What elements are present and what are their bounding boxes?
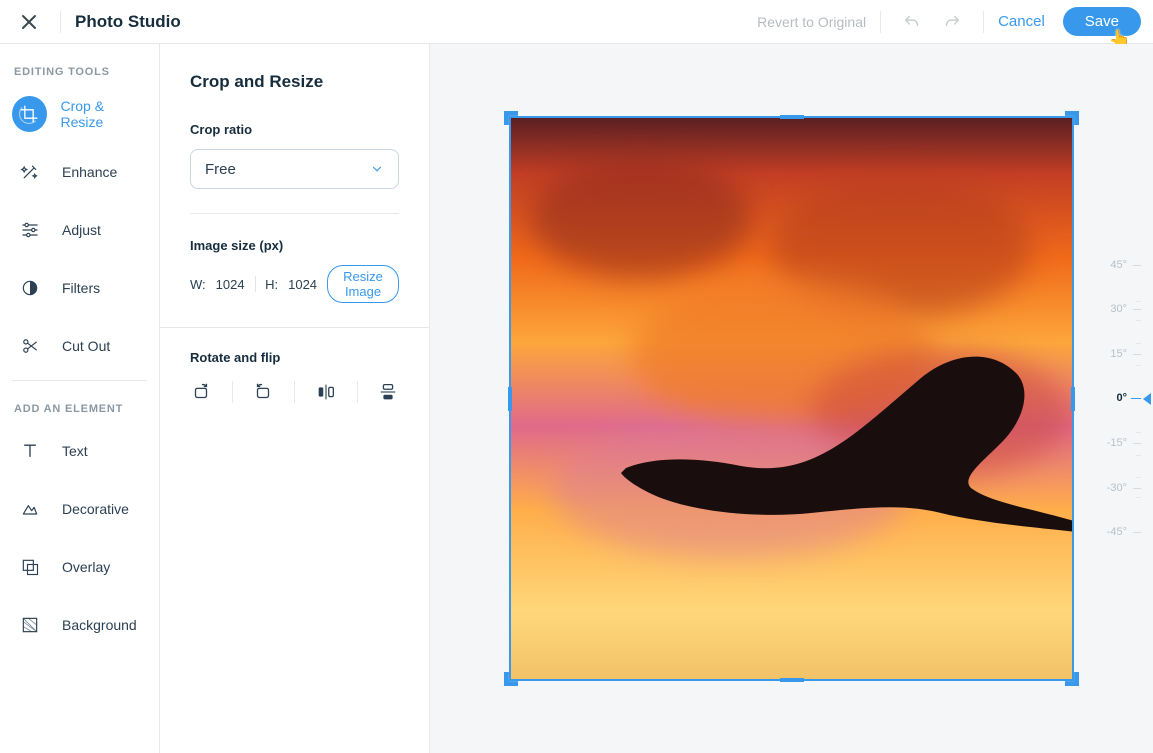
undo-redo-group	[901, 11, 963, 33]
crop-handle-top[interactable]	[780, 115, 804, 119]
save-label: Save	[1085, 13, 1119, 30]
overlay-icon	[12, 549, 48, 585]
sidebar-item-label: Filters	[62, 280, 100, 296]
ruler-tick[interactable]: 30°	[1110, 303, 1141, 315]
bird-silhouette	[611, 348, 1072, 568]
sidebar-group-title-add: ADD AN ELEMENT	[0, 395, 159, 427]
size-separator	[255, 276, 256, 292]
sidebar-item-label: Text	[62, 443, 88, 459]
sidebar-group-title-editing: EDITING TOOLS	[0, 58, 159, 90]
rotate-ccw-button[interactable]	[252, 377, 274, 407]
sidebar-item-text[interactable]: Text	[0, 427, 159, 475]
sidebar-item-label: Cut Out	[62, 338, 110, 354]
height-value: 1024	[288, 277, 317, 292]
sidebar-item-filters[interactable]: Filters	[0, 264, 159, 312]
close-button[interactable]	[12, 5, 46, 39]
wand-icon	[12, 154, 48, 190]
header-divider	[60, 11, 61, 33]
crop-ratio-label: Crop ratio	[190, 122, 399, 137]
sidebar-item-decorative[interactable]: Decorative	[0, 485, 159, 533]
revert-to-original[interactable]: Revert to Original	[757, 14, 866, 30]
crop-handle-left[interactable]	[508, 387, 512, 411]
ruler-tick[interactable]: 15°	[1110, 348, 1141, 360]
image-size-label: Image size (px)	[190, 238, 399, 253]
shape-icon	[12, 491, 48, 527]
rotate-cw-button[interactable]	[190, 377, 212, 407]
background-icon	[12, 607, 48, 643]
crop-icon	[12, 96, 47, 132]
chevron-down-icon	[370, 162, 384, 176]
flip-vertical-button[interactable]	[377, 377, 399, 407]
undo-icon	[901, 11, 923, 33]
rotate-ccw-icon	[252, 381, 274, 403]
header-divider	[983, 11, 984, 33]
flip-horizontal-icon	[315, 381, 337, 403]
sidebar-item-label: Adjust	[62, 222, 101, 238]
crop-ratio-value: Free	[205, 161, 236, 178]
sidebar-item-overlay[interactable]: Overlay	[0, 543, 159, 591]
sidebar-item-label: Background	[62, 617, 137, 633]
flip-horizontal-button[interactable]	[315, 377, 337, 407]
rotation-ruler[interactable]: 45° 30° 15° 0° -15° -30° -45°	[1097, 259, 1153, 539]
crop-handle-bottom[interactable]	[780, 678, 804, 682]
sidebar: EDITING TOOLS Crop & Resize Enhance Adju…	[0, 44, 160, 753]
sidebar-item-crop-resize[interactable]: Crop & Resize	[0, 90, 159, 138]
resize-image-button[interactable]: Resize Image	[327, 265, 399, 303]
crop-ratio-select[interactable]: Free	[190, 149, 399, 189]
height-label: H:	[265, 277, 278, 292]
rotate-flip-row	[190, 377, 399, 407]
redo-icon	[941, 11, 963, 33]
flip-vertical-icon	[377, 381, 399, 403]
ruler-tick[interactable]: 45°	[1110, 259, 1141, 271]
ruler-tick[interactable]: -15°	[1107, 437, 1141, 449]
header-bar: Photo Studio Revert to Original Cancel S…	[0, 0, 1153, 44]
panel-title: Crop and Resize	[190, 72, 399, 92]
sidebar-item-label: Crop & Resize	[61, 98, 148, 130]
crop-handle-right[interactable]	[1071, 387, 1075, 411]
sidebar-item-cutout[interactable]: Cut Out	[0, 322, 159, 370]
rotate-label: Rotate and flip	[190, 350, 399, 365]
cancel-button[interactable]: Cancel	[998, 13, 1045, 30]
redo-button[interactable]	[941, 11, 963, 33]
sliders-icon	[12, 212, 48, 248]
sidebar-item-background[interactable]: Background	[0, 601, 159, 649]
close-icon	[20, 13, 38, 31]
app-title: Photo Studio	[75, 12, 181, 32]
ruler-marker-icon	[1143, 393, 1151, 405]
scissors-icon	[12, 328, 48, 364]
panel-divider	[160, 327, 429, 328]
undo-button[interactable]	[901, 11, 923, 33]
crop-frame[interactable]	[509, 116, 1074, 681]
image-size-row: W: 1024 H: 1024 Resize Image	[190, 265, 399, 303]
panel-divider	[190, 213, 399, 214]
settings-panel: Crop and Resize Crop ratio Free Image si…	[160, 44, 430, 753]
sidebar-item-label: Overlay	[62, 559, 110, 575]
sidebar-item-label: Enhance	[62, 164, 117, 180]
edited-image[interactable]	[511, 118, 1072, 679]
save-button[interactable]: Save 👆	[1063, 7, 1141, 36]
rotate-cw-icon	[190, 381, 212, 403]
ruler-tick-active[interactable]: 0°	[1116, 392, 1141, 404]
header-divider	[880, 11, 881, 33]
width-value: 1024	[216, 277, 245, 292]
canvas-area: 45° 30° 15° 0° -15° -30° -45°	[430, 44, 1153, 753]
sidebar-item-label: Decorative	[62, 501, 129, 517]
text-icon	[12, 433, 48, 469]
ruler-tick[interactable]: -45°	[1107, 526, 1141, 538]
sidebar-item-enhance[interactable]: Enhance	[0, 148, 159, 196]
width-label: W:	[190, 277, 206, 292]
sidebar-item-adjust[interactable]: Adjust	[0, 206, 159, 254]
ruler-tick[interactable]: -30°	[1107, 482, 1141, 494]
filter-icon	[12, 270, 48, 306]
sidebar-divider	[12, 380, 147, 381]
